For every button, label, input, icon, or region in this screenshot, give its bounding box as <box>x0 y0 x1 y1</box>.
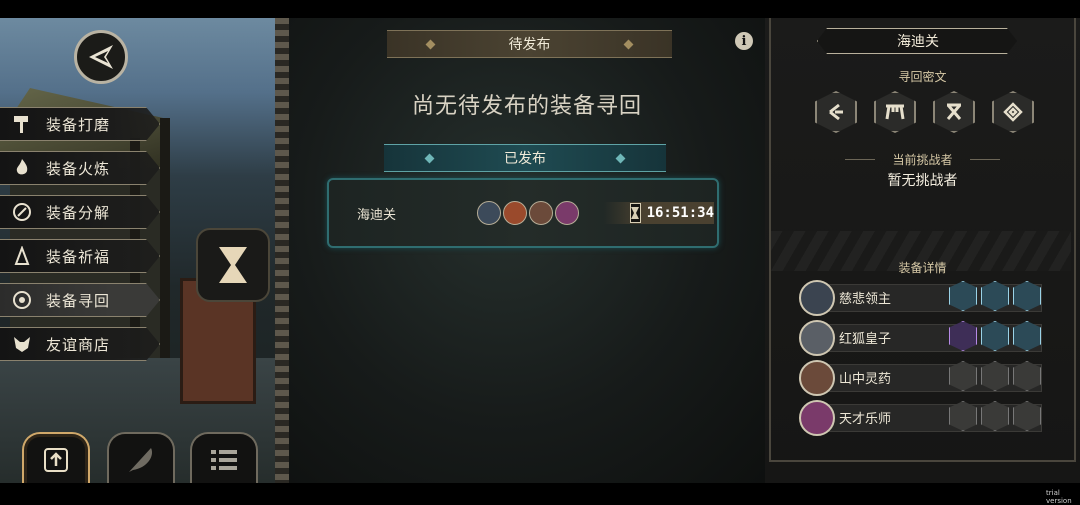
divider <box>970 159 1000 160</box>
info-icon[interactable]: i <box>735 32 753 50</box>
equip-row[interactable]: 天才乐师 <box>799 400 1044 436</box>
published-header: 已发布 <box>384 144 666 172</box>
sword-slot-icon[interactable] <box>949 401 977 431</box>
diamond-ornament <box>615 153 626 163</box>
menu-label: 友谊商店 <box>46 335 111 354</box>
hero-name: 天才乐师 <box>839 412 892 427</box>
quest-panel: 待发布 i 尚无待发布的装备寻回 已发布 海迪关 16:51:34 <box>289 18 765 483</box>
pending-header: 待发布 <box>387 30 672 58</box>
sword-slot-icon[interactable] <box>949 361 977 391</box>
sword-slot-icon[interactable] <box>949 281 977 311</box>
equip-row[interactable]: 山中灵药 <box>799 360 1044 396</box>
wing-arrow-icon <box>89 45 113 69</box>
fox-icon <box>10 332 34 356</box>
upload-button[interactable] <box>22 432 90 486</box>
timer-text: 16:51:34 <box>646 205 714 221</box>
flame-icon <box>10 156 34 180</box>
hourglass-icon <box>630 203 641 223</box>
menu-label: 装备火炼 <box>46 159 111 178</box>
equip-row[interactable]: 慈悲领主 <box>799 280 1044 316</box>
rune-row <box>815 91 1034 133</box>
menu-label: 装备寻回 <box>46 291 111 310</box>
menu-item-polish[interactable]: 装备打磨 <box>0 107 160 141</box>
slot-group <box>949 281 1041 311</box>
challenger-label: 当前挑战者 <box>892 153 953 167</box>
avatar <box>799 360 835 396</box>
avatar <box>529 201 553 225</box>
quest-name: 海迪关 <box>357 208 397 223</box>
avatar <box>799 400 835 436</box>
rune-3-icon[interactable] <box>933 91 975 133</box>
ring-slot-icon[interactable] <box>1013 321 1041 351</box>
equip-label: 装备详情 <box>898 261 947 275</box>
menu-item-retrieve[interactable]: 装备寻回 <box>0 283 160 317</box>
menu-label: 装备分解 <box>46 203 111 222</box>
hourglass-icon <box>219 247 247 283</box>
hammer-icon <box>10 112 34 136</box>
menu-item-shop[interactable]: 友谊商店 <box>0 327 160 361</box>
pending-header-label: 待发布 <box>508 37 551 53</box>
list-button[interactable] <box>190 432 258 486</box>
ring-slot-icon[interactable] <box>1013 401 1041 431</box>
pending-empty-message: 尚无待发布的装备寻回 <box>411 94 642 119</box>
menu-item-decompose[interactable]: 装备分解 <box>0 195 160 229</box>
slot-group <box>949 401 1041 431</box>
slot-group <box>949 361 1041 391</box>
hero-name: 红狐皇子 <box>839 332 892 347</box>
armor-slot-icon[interactable] <box>981 401 1009 431</box>
feather-icon <box>129 448 153 472</box>
rune-label: 寻回密文 <box>898 70 947 84</box>
side-menu: 装备打磨 装备火炼 装备分解 装备祈福 装备寻回 友谊商店 <box>0 107 160 371</box>
ring-slot-icon[interactable] <box>1013 361 1041 391</box>
rune-1-icon[interactable] <box>815 91 857 133</box>
armor-slot-icon[interactable] <box>981 321 1009 351</box>
list-icon <box>211 450 237 470</box>
armor-slot-icon[interactable] <box>981 281 1009 311</box>
diamond-ornament <box>623 39 634 49</box>
detail-panel: 海迪关 寻回密文 当前挑战者 暂无挑战者 装备详情 慈悲领主 红狐皇子 山中灵药… <box>765 18 1080 483</box>
participant-avatars <box>477 201 579 225</box>
sword-slot-icon[interactable] <box>949 321 977 351</box>
equip-row[interactable]: 红狐皇子 <box>799 320 1044 356</box>
diamond-ornament <box>424 153 435 163</box>
rune-4-icon[interactable] <box>992 91 1034 133</box>
back-button[interactable] <box>74 30 128 84</box>
retrieve-icon <box>10 288 34 312</box>
avatar <box>799 320 835 356</box>
avatar <box>555 201 579 225</box>
armor-slot-icon[interactable] <box>981 361 1009 391</box>
bless-icon <box>10 244 34 268</box>
hero-name: 山中灵药 <box>839 372 892 387</box>
menu-item-forge[interactable]: 装备火炼 <box>0 151 160 185</box>
top-letterbox <box>0 0 1080 18</box>
hero-name: 慈悲领主 <box>839 292 892 307</box>
rune-2-icon[interactable] <box>874 91 916 133</box>
menu-label: 装备祈福 <box>46 247 111 266</box>
bottom-letterbox <box>0 483 1080 499</box>
upload-icon <box>44 448 68 472</box>
title-plate: 海迪关 <box>817 28 1017 54</box>
trial-watermark: trial version <box>1046 489 1072 505</box>
slot-group <box>949 321 1041 351</box>
challenger-value: 暂无挑战者 <box>887 173 958 189</box>
quest-timer: 16:51:34 <box>604 202 714 224</box>
avatar <box>477 201 501 225</box>
feather-button[interactable] <box>107 432 175 486</box>
decompose-icon <box>10 200 34 224</box>
diamond-ornament <box>425 39 436 49</box>
location-title: 海迪关 <box>897 34 939 50</box>
menu-item-bless[interactable]: 装备祈福 <box>0 239 160 273</box>
rope-divider <box>275 18 289 483</box>
character-bubble[interactable] <box>196 228 270 302</box>
published-header-label: 已发布 <box>504 151 546 167</box>
menu-label: 装备打磨 <box>46 115 111 134</box>
avatar <box>503 201 527 225</box>
ring-slot-icon[interactable] <box>1013 281 1041 311</box>
avatar <box>799 280 835 316</box>
quest-card[interactable]: 海迪关 16:51:34 <box>327 178 719 248</box>
